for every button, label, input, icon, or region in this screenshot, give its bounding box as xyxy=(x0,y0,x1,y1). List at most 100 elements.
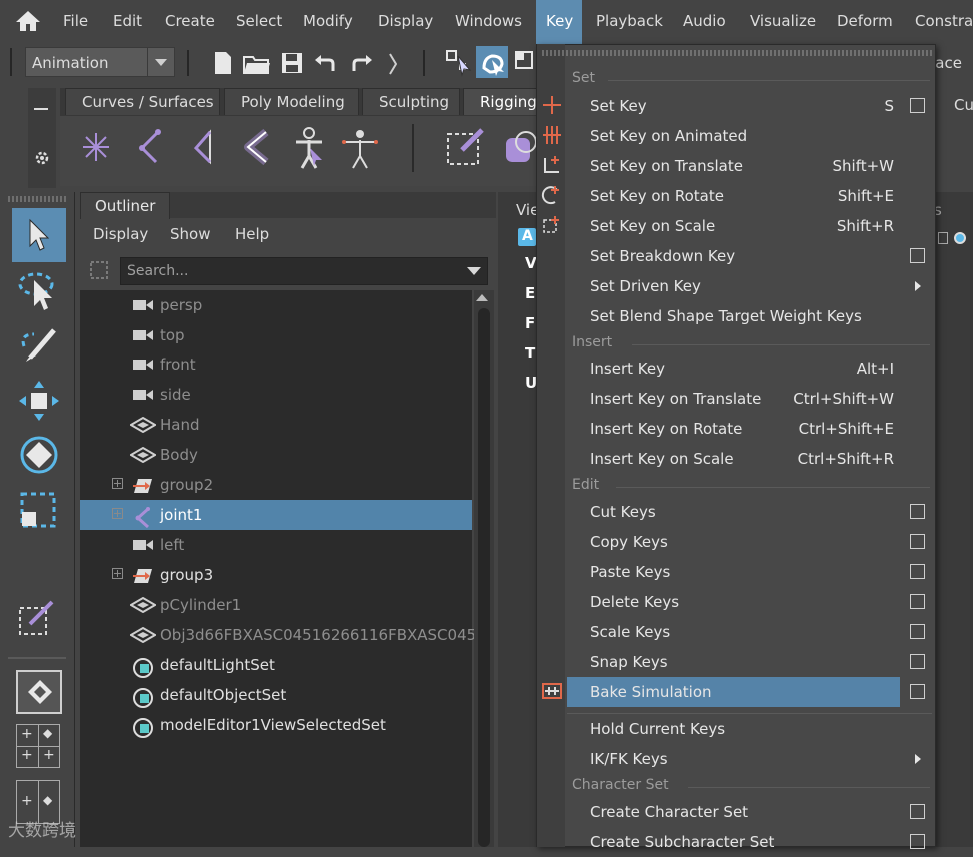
menu-item-insert-key-on-translate[interactable]: Insert Key on Translate Ctrl+Shift+W xyxy=(567,384,900,414)
panel-circle-icon[interactable] xyxy=(954,232,966,244)
menu-item-insert-key-on-rotate[interactable]: Insert Key on Rotate Ctrl+Shift+E xyxy=(567,414,900,444)
menu-item-scale-keys[interactable]: Scale Keys xyxy=(567,617,900,647)
outliner-row-front[interactable]: front xyxy=(80,350,472,380)
layout-single-button[interactable] xyxy=(16,670,62,714)
menu-modify[interactable]: Modify xyxy=(303,12,353,30)
outliner-row-hand[interactable]: Hand xyxy=(80,410,472,440)
outliner-row-defaultlightset[interactable]: defaultLightSet xyxy=(80,650,472,680)
panel-icon[interactable] xyxy=(938,232,948,244)
tab-partial[interactable]: Cu xyxy=(954,96,973,114)
home-icon[interactable] xyxy=(14,9,42,33)
menu-item-create-character-set[interactable]: Create Character Set xyxy=(567,797,900,827)
menu-item-delete-keys[interactable]: Delete Keys xyxy=(567,587,900,617)
ik-handle-icon[interactable] xyxy=(186,128,220,166)
save-icon[interactable] xyxy=(280,51,304,75)
menu-item-copy-keys[interactable]: Copy Keys xyxy=(567,527,900,557)
menu-item-paste-keys[interactable]: Paste Keys xyxy=(567,557,900,587)
outliner-row-persp[interactable]: persp xyxy=(80,290,472,320)
tab-rigging[interactable]: Rigging xyxy=(463,88,543,115)
menu-item-set-key-on-scale[interactable]: Set Key on Scale Shift+R xyxy=(567,211,900,241)
paint-select-icon[interactable] xyxy=(16,322,62,368)
menu-key[interactable]: Key xyxy=(546,12,573,30)
scrollbar-thumb[interactable] xyxy=(478,308,490,847)
joint-tool-icon[interactable] xyxy=(132,128,166,166)
scroll-up-icon[interactable] xyxy=(476,294,488,301)
outliner-search-field[interactable] xyxy=(120,257,488,285)
menu-item-bake-simulation[interactable]: Bake Simulation xyxy=(567,677,900,707)
open-folder-icon[interactable] xyxy=(242,52,272,76)
option-box-icon[interactable] xyxy=(910,684,925,699)
menu-constrain[interactable]: Constrai xyxy=(915,12,973,30)
outliner-menu-show[interactable]: Show xyxy=(170,225,210,243)
outliner-row-group2[interactable]: group2 xyxy=(80,470,472,500)
menu-audio[interactable]: Audio xyxy=(683,12,726,30)
option-box-icon[interactable] xyxy=(910,624,925,639)
tab-curves-surfaces[interactable]: Curves / Surfaces xyxy=(65,88,220,115)
last-tool-icon[interactable] xyxy=(16,598,62,642)
outliner-menu-display[interactable]: Display xyxy=(93,225,148,243)
tab-poly-modeling[interactable]: Poly Modeling xyxy=(224,88,359,115)
menu-item-snap-keys[interactable]: Snap Keys xyxy=(567,647,900,677)
menu-item-set-key-on-translate[interactable]: Set Key on Translate Shift+W xyxy=(567,151,900,181)
select-component-icon[interactable] xyxy=(514,50,536,76)
menu-windows[interactable]: Windows xyxy=(455,12,522,30)
menu-visualize[interactable]: Visualize xyxy=(750,12,816,30)
move-tool-icon[interactable] xyxy=(16,378,62,424)
outliner-row-side[interactable]: side xyxy=(80,380,472,410)
layout-four-view-button[interactable]: + + + ◆ xyxy=(16,724,60,768)
redo-icon[interactable] xyxy=(348,53,374,75)
outliner-row-defaultobjectset[interactable]: defaultObjectSet xyxy=(80,680,472,710)
expand-icon[interactable] xyxy=(112,508,123,519)
collapse-arrow-icon[interactable] xyxy=(389,52,397,76)
menu-item-ik-fk-keys[interactable]: IK/FK Keys xyxy=(567,744,900,774)
menu-item-set-driven-key[interactable]: Set Driven Key xyxy=(567,271,900,301)
option-box-icon[interactable] xyxy=(910,564,925,579)
bind-skin-icon[interactable] xyxy=(238,126,276,168)
option-box-icon[interactable] xyxy=(910,654,925,669)
search-input[interactable] xyxy=(127,263,457,279)
menu-edit[interactable]: Edit xyxy=(113,12,142,30)
option-box-icon[interactable] xyxy=(910,98,925,113)
quick-rig-icon[interactable] xyxy=(290,126,328,170)
viewport-menu-t[interactable]: T xyxy=(525,344,535,362)
viewport-menu-view[interactable]: V xyxy=(525,254,537,272)
tab-sculpting[interactable]: Sculpting xyxy=(362,88,460,115)
humanik-icon[interactable] xyxy=(340,126,380,170)
menu-item-create-subcharacter-set[interactable]: Create Subcharacter Set xyxy=(567,827,900,857)
outliner-row-modeleditor1viewselectedset[interactable]: modelEditor1ViewSelectedSet xyxy=(80,710,472,740)
menu-display[interactable]: Display xyxy=(378,12,433,30)
menu-tearoff-handle[interactable] xyxy=(542,50,932,56)
outliner-row-body[interactable]: Body xyxy=(80,440,472,470)
option-box-icon[interactable] xyxy=(910,248,925,263)
menu-item-set-blend-shape-target-weight-keys[interactable]: Set Blend Shape Target Weight Keys xyxy=(567,301,900,331)
option-box-icon[interactable] xyxy=(910,504,925,519)
scale-tool-icon[interactable] xyxy=(16,488,62,534)
menu-item-set-key[interactable]: Set Key S xyxy=(567,91,900,121)
filter-icon[interactable] xyxy=(88,259,110,281)
expand-icon[interactable] xyxy=(112,568,123,579)
menu-select[interactable]: Select xyxy=(236,12,282,30)
option-box-icon[interactable] xyxy=(910,594,925,609)
menu-create[interactable]: Create xyxy=(165,12,215,30)
tab-outliner[interactable]: Outliner xyxy=(80,192,170,219)
gear-icon[interactable] xyxy=(34,150,50,166)
outliner-row-joint1[interactable]: joint1 xyxy=(80,500,472,530)
expand-icon[interactable] xyxy=(112,478,123,489)
menu-item-insert-key[interactable]: Insert Key Alt+I xyxy=(567,354,900,384)
menu-set-dropdown[interactable]: Animation xyxy=(25,47,175,77)
tearoff-handle[interactable] xyxy=(8,196,68,202)
outliner-row-group3[interactable]: group3 xyxy=(80,560,472,590)
viewport-menu-file[interactable]: F xyxy=(525,314,535,332)
select-hierarchy-icon[interactable] xyxy=(444,48,474,78)
chevron-down-icon[interactable] xyxy=(147,48,174,76)
menu-deform[interactable]: Deform xyxy=(837,12,893,30)
new-scene-icon[interactable] xyxy=(212,50,234,76)
outliner-row-left[interactable]: left xyxy=(80,530,472,560)
menu-item-set-breakdown-key[interactable]: Set Breakdown Key xyxy=(567,241,900,271)
set-driven-key-icon[interactable] xyxy=(444,126,490,170)
outliner-menu-help[interactable]: Help xyxy=(235,225,269,243)
menu-playback[interactable]: Playback xyxy=(596,12,663,30)
chevron-down-icon[interactable] xyxy=(467,267,481,275)
menu-file[interactable]: File xyxy=(63,12,88,30)
menu-item-insert-key-on-scale[interactable]: Insert Key on Scale Ctrl+Shift+R xyxy=(567,444,900,474)
